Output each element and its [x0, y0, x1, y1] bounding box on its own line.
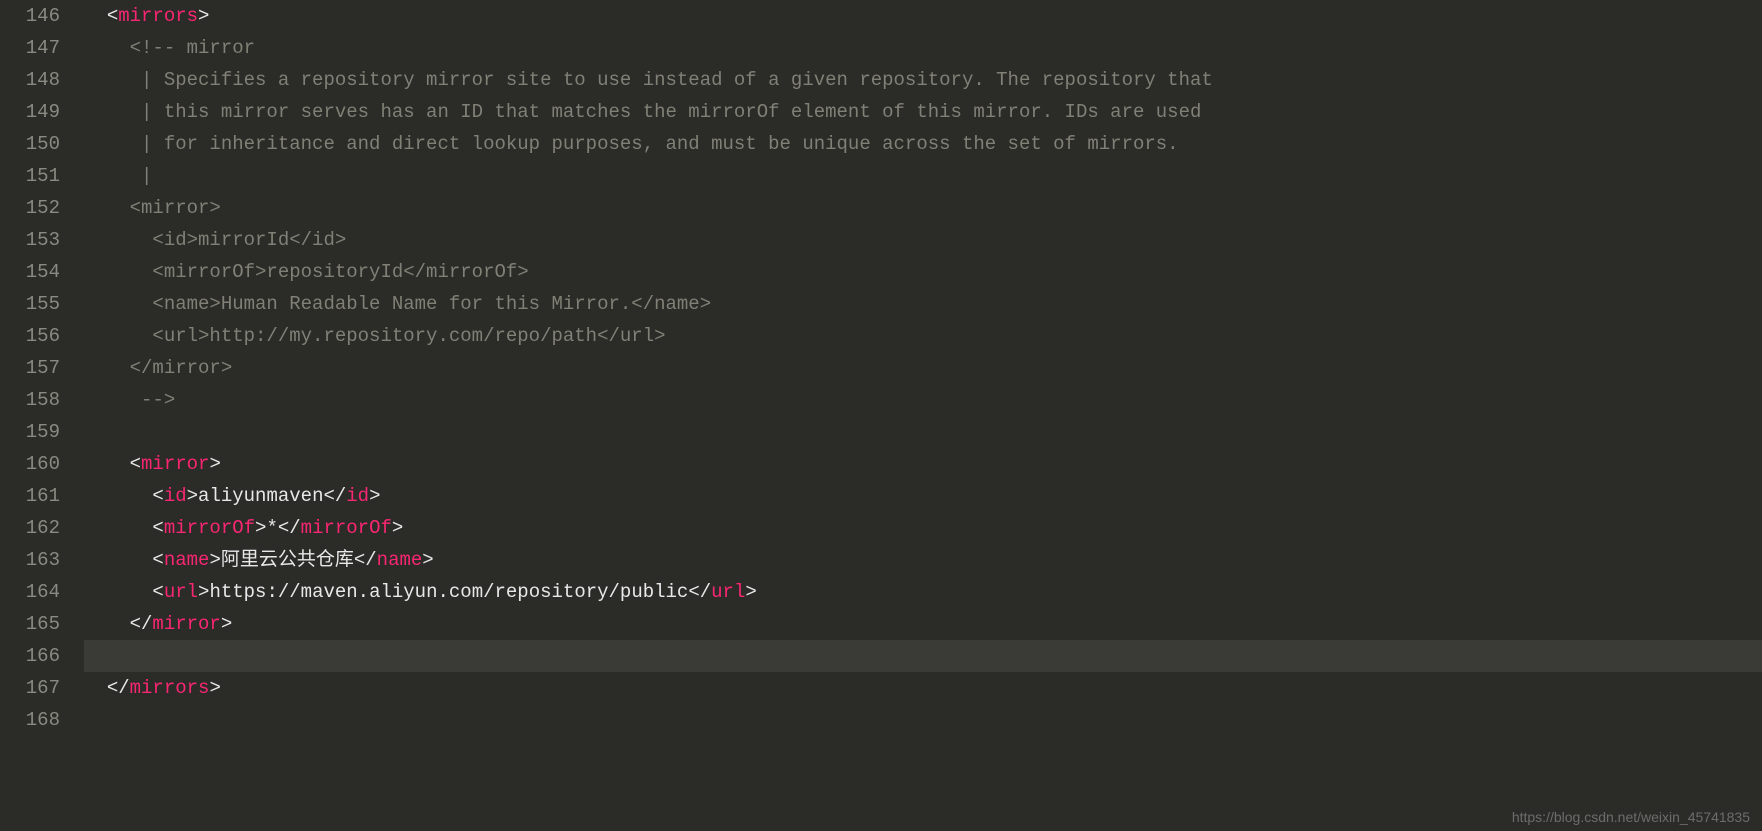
line-number: 151 — [10, 160, 60, 192]
line-number: 147 — [10, 32, 60, 64]
line-number: 149 — [10, 96, 60, 128]
code-line[interactable]: <mirror> — [84, 448, 1762, 480]
line-number: 153 — [10, 224, 60, 256]
code-line[interactable]: <mirrorOf>*</mirrorOf> — [84, 512, 1762, 544]
code-line[interactable]: --> — [84, 384, 1762, 416]
code-line[interactable]: | — [84, 160, 1762, 192]
line-number: 146 — [10, 0, 60, 32]
code-line[interactable]: <id>mirrorId</id> — [84, 224, 1762, 256]
code-line[interactable]: <url>http://my.repository.com/repo/path<… — [84, 320, 1762, 352]
line-number: 160 — [10, 448, 60, 480]
line-number: 155 — [10, 288, 60, 320]
line-number: 159 — [10, 416, 60, 448]
line-number: 162 — [10, 512, 60, 544]
code-line[interactable] — [84, 416, 1762, 448]
line-number: 158 — [10, 384, 60, 416]
line-number: 157 — [10, 352, 60, 384]
code-line[interactable]: | this mirror serves has an ID that matc… — [84, 96, 1762, 128]
line-number: 168 — [10, 704, 60, 736]
line-number-gutter: 146 147 148 149 150 151 152 153 154 155 … — [0, 0, 78, 831]
code-line[interactable]: <!-- mirror — [84, 32, 1762, 64]
code-line[interactable]: <name>Human Readable Name for this Mirro… — [84, 288, 1762, 320]
line-number: 163 — [10, 544, 60, 576]
code-line[interactable]: | Specifies a repository mirror site to … — [84, 64, 1762, 96]
code-line[interactable]: <mirror> — [84, 192, 1762, 224]
line-number: 165 — [10, 608, 60, 640]
line-number: 166 — [10, 640, 60, 672]
code-line[interactable]: <name>阿里云公共仓库</name> — [84, 544, 1762, 576]
line-number: 150 — [10, 128, 60, 160]
code-line[interactable]: <id>aliyunmaven</id> — [84, 480, 1762, 512]
code-line[interactable]: <mirrorOf>repositoryId</mirrorOf> — [84, 256, 1762, 288]
code-line[interactable]: </mirror> — [84, 352, 1762, 384]
line-number: 152 — [10, 192, 60, 224]
code-line[interactable]: <mirrors> — [84, 0, 1762, 32]
line-number: 156 — [10, 320, 60, 352]
line-number: 161 — [10, 480, 60, 512]
line-number: 164 — [10, 576, 60, 608]
watermark-text: https://blog.csdn.net/weixin_45741835 — [1512, 809, 1750, 825]
code-line[interactable]: <url>https://maven.aliyun.com/repository… — [84, 576, 1762, 608]
code-editor[interactable]: 146 147 148 149 150 151 152 153 154 155 … — [0, 0, 1762, 831]
code-line[interactable]: </mirror> — [84, 608, 1762, 640]
code-line[interactable] — [84, 704, 1762, 736]
line-number: 148 — [10, 64, 60, 96]
code-line[interactable]: </mirrors> — [84, 672, 1762, 704]
code-line-current[interactable] — [84, 640, 1762, 672]
line-number: 167 — [10, 672, 60, 704]
code-line[interactable]: | for inheritance and direct lookup purp… — [84, 128, 1762, 160]
line-number: 154 — [10, 256, 60, 288]
code-content[interactable]: <mirrors> <!-- mirror | Specifies a repo… — [78, 0, 1762, 831]
